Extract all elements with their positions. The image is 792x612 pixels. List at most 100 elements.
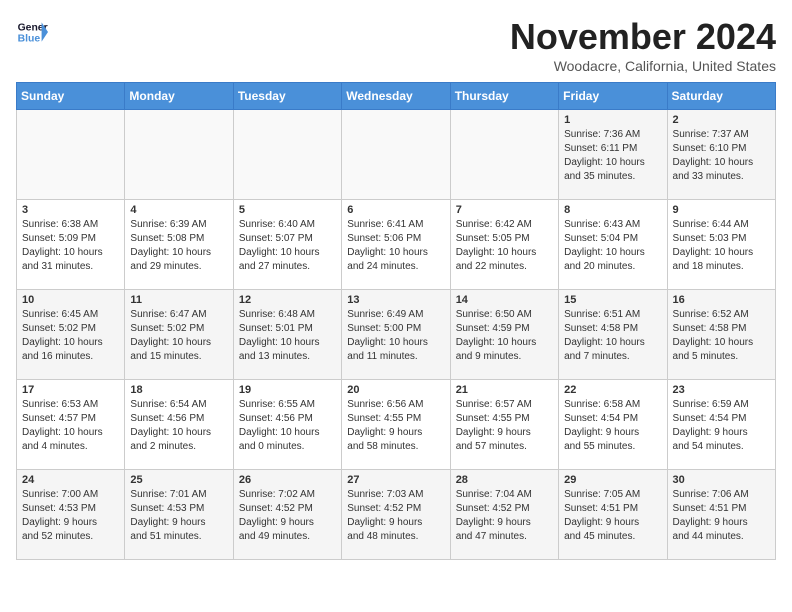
day-info: Sunrise: 7:06 AM Sunset: 4:51 PM Dayligh…: [673, 488, 770, 544]
logo: General Blue: [16, 16, 48, 48]
calendar-cell: 14 Sunrise: 6:50 AM Sunset: 4:59 PM Dayli…: [450, 290, 558, 380]
day-info: Sunrise: 6:42 AM Sunset: 5:05 PM Dayligh…: [456, 218, 553, 274]
day-info: Sunrise: 7:05 AM Sunset: 4:51 PM Dayligh…: [564, 488, 661, 544]
calendar-cell: 18 Sunrise: 6:54 AM Sunset: 4:56 PM Dayli…: [125, 380, 233, 470]
day-info: Sunrise: 7:00 AM Sunset: 4:53 PM Dayligh…: [22, 488, 119, 544]
day-number: 1: [564, 114, 661, 126]
page-header: General Blue November 2024 Woodacre, Cal…: [16, 16, 776, 74]
calendar-cell: 24 Sunrise: 7:00 AM Sunset: 4:53 PM Dayli…: [17, 470, 125, 560]
day-number: 5: [239, 204, 336, 216]
day-number: 24: [22, 474, 119, 486]
day-info: Sunrise: 7:37 AM Sunset: 6:10 PM Dayligh…: [673, 128, 770, 184]
weekday-header: Monday: [125, 83, 233, 110]
day-info: Sunrise: 6:52 AM Sunset: 4:58 PM Dayligh…: [673, 308, 770, 364]
day-number: 28: [456, 474, 553, 486]
day-number: 17: [22, 384, 119, 396]
day-info: Sunrise: 6:48 AM Sunset: 5:01 PM Dayligh…: [239, 308, 336, 364]
day-info: Sunrise: 6:38 AM Sunset: 5:09 PM Dayligh…: [22, 218, 119, 274]
day-info: Sunrise: 6:54 AM Sunset: 4:56 PM Dayligh…: [130, 398, 227, 454]
day-info: Sunrise: 7:04 AM Sunset: 4:52 PM Dayligh…: [456, 488, 553, 544]
calendar-week-row: 3 Sunrise: 6:38 AM Sunset: 5:09 PM Daylig…: [17, 200, 776, 290]
day-info: Sunrise: 6:44 AM Sunset: 5:03 PM Dayligh…: [673, 218, 770, 274]
calendar-cell: 15Sunrise: 6:51 AM Sunset: 4:58 PM Dayli…: [559, 290, 667, 380]
day-number: 21: [456, 384, 553, 396]
month-title: November 2024: [510, 16, 776, 58]
calendar-week-row: 17 Sunrise: 6:53 AM Sunset: 4:57 PM Dayli…: [17, 380, 776, 470]
calendar-cell: 27 Sunrise: 7:03 AM Sunset: 4:52 PM Dayli…: [342, 470, 450, 560]
calendar-cell: 8Sunrise: 6:43 AM Sunset: 5:04 PM Daylig…: [559, 200, 667, 290]
day-number: 25: [130, 474, 227, 486]
calendar-cell: [450, 110, 558, 200]
svg-text:Blue: Blue: [18, 34, 41, 45]
day-number: 4: [130, 204, 227, 216]
weekday-header: Friday: [559, 83, 667, 110]
location-title: Woodacre, California, United States: [510, 58, 776, 74]
day-info: Sunrise: 7:03 AM Sunset: 4:52 PM Dayligh…: [347, 488, 444, 544]
calendar-table: SundayMondayTuesdayWednesdayThursdayFrid…: [16, 82, 776, 560]
weekday-header: Thursday: [450, 83, 558, 110]
weekday-header: Sunday: [17, 83, 125, 110]
calendar-week-row: 1Sunrise: 7:36 AM Sunset: 6:11 PM Daylig…: [17, 110, 776, 200]
calendar-cell: [125, 110, 233, 200]
calendar-header-row: SundayMondayTuesdayWednesdayThursdayFrid…: [17, 83, 776, 110]
calendar-cell: 16 Sunrise: 6:52 AM Sunset: 4:58 PM Dayli…: [667, 290, 775, 380]
calendar-week-row: 24 Sunrise: 7:00 AM Sunset: 4:53 PM Dayli…: [17, 470, 776, 560]
calendar-cell: 30 Sunrise: 7:06 AM Sunset: 4:51 PM Dayli…: [667, 470, 775, 560]
day-number: 23: [673, 384, 770, 396]
day-number: 18: [130, 384, 227, 396]
day-number: 16: [673, 294, 770, 306]
day-number: 14: [456, 294, 553, 306]
calendar-cell: 7Sunrise: 6:42 AM Sunset: 5:05 PM Daylig…: [450, 200, 558, 290]
calendar-cell: 9 Sunrise: 6:44 AM Sunset: 5:03 PM Daylig…: [667, 200, 775, 290]
day-info: Sunrise: 6:58 AM Sunset: 4:54 PM Dayligh…: [564, 398, 661, 454]
calendar-cell: 25 Sunrise: 7:01 AM Sunset: 4:53 PM Dayli…: [125, 470, 233, 560]
day-number: 9: [673, 204, 770, 216]
day-number: 27: [347, 474, 444, 486]
day-info: Sunrise: 6:51 AM Sunset: 4:58 PM Dayligh…: [564, 308, 661, 364]
weekday-header: Wednesday: [342, 83, 450, 110]
calendar-cell: 4 Sunrise: 6:39 AM Sunset: 5:08 PM Daylig…: [125, 200, 233, 290]
calendar-cell: 12Sunrise: 6:48 AM Sunset: 5:01 PM Dayli…: [233, 290, 341, 380]
day-info: Sunrise: 6:40 AM Sunset: 5:07 PM Dayligh…: [239, 218, 336, 274]
calendar-cell: 1Sunrise: 7:36 AM Sunset: 6:11 PM Daylig…: [559, 110, 667, 200]
calendar-cell: 6 Sunrise: 6:41 AM Sunset: 5:06 PM Daylig…: [342, 200, 450, 290]
calendar-week-row: 10 Sunrise: 6:45 AM Sunset: 5:02 PM Dayli…: [17, 290, 776, 380]
day-number: 10: [22, 294, 119, 306]
day-number: 11: [130, 294, 227, 306]
day-info: Sunrise: 6:41 AM Sunset: 5:06 PM Dayligh…: [347, 218, 444, 274]
day-info: Sunrise: 6:45 AM Sunset: 5:02 PM Dayligh…: [22, 308, 119, 364]
day-number: 22: [564, 384, 661, 396]
day-number: 6: [347, 204, 444, 216]
day-info: Sunrise: 6:39 AM Sunset: 5:08 PM Dayligh…: [130, 218, 227, 274]
day-number: 29: [564, 474, 661, 486]
calendar-cell: [342, 110, 450, 200]
calendar-cell: 13 Sunrise: 6:49 AM Sunset: 5:00 PM Dayli…: [342, 290, 450, 380]
calendar-cell: 11 Sunrise: 6:47 AM Sunset: 5:02 PM Dayli…: [125, 290, 233, 380]
calendar-cell: 23 Sunrise: 6:59 AM Sunset: 4:54 PM Dayli…: [667, 380, 775, 470]
calendar-cell: 20Sunrise: 6:56 AM Sunset: 4:55 PM Dayli…: [342, 380, 450, 470]
calendar-cell: 2 Sunrise: 7:37 AM Sunset: 6:10 PM Daylig…: [667, 110, 775, 200]
calendar-cell: [17, 110, 125, 200]
calendar-cell: 29 Sunrise: 7:05 AM Sunset: 4:51 PM Dayli…: [559, 470, 667, 560]
day-info: Sunrise: 6:43 AM Sunset: 5:04 PM Dayligh…: [564, 218, 661, 274]
weekday-header: Tuesday: [233, 83, 341, 110]
day-info: Sunrise: 6:49 AM Sunset: 5:00 PM Dayligh…: [347, 308, 444, 364]
day-number: 3: [22, 204, 119, 216]
day-number: 19: [239, 384, 336, 396]
day-info: Sunrise: 6:55 AM Sunset: 4:56 PM Dayligh…: [239, 398, 336, 454]
day-info: Sunrise: 6:53 AM Sunset: 4:57 PM Dayligh…: [22, 398, 119, 454]
day-number: 2: [673, 114, 770, 126]
day-info: Sunrise: 6:47 AM Sunset: 5:02 PM Dayligh…: [130, 308, 227, 364]
day-number: 13: [347, 294, 444, 306]
calendar-cell: 22 Sunrise: 6:58 AM Sunset: 4:54 PM Dayli…: [559, 380, 667, 470]
calendar-cell: 17 Sunrise: 6:53 AM Sunset: 4:57 PM Dayli…: [17, 380, 125, 470]
calendar-cell: 3 Sunrise: 6:38 AM Sunset: 5:09 PM Daylig…: [17, 200, 125, 290]
day-info: Sunrise: 7:01 AM Sunset: 4:53 PM Dayligh…: [130, 488, 227, 544]
day-info: Sunrise: 6:50 AM Sunset: 4:59 PM Dayligh…: [456, 308, 553, 364]
calendar-cell: 21Sunrise: 6:57 AM Sunset: 4:55 PM Dayli…: [450, 380, 558, 470]
title-area: November 2024 Woodacre, California, Unit…: [510, 16, 776, 74]
day-info: Sunrise: 6:59 AM Sunset: 4:54 PM Dayligh…: [673, 398, 770, 454]
day-number: 20: [347, 384, 444, 396]
day-info: Sunrise: 7:02 AM Sunset: 4:52 PM Dayligh…: [239, 488, 336, 544]
day-number: 30: [673, 474, 770, 486]
